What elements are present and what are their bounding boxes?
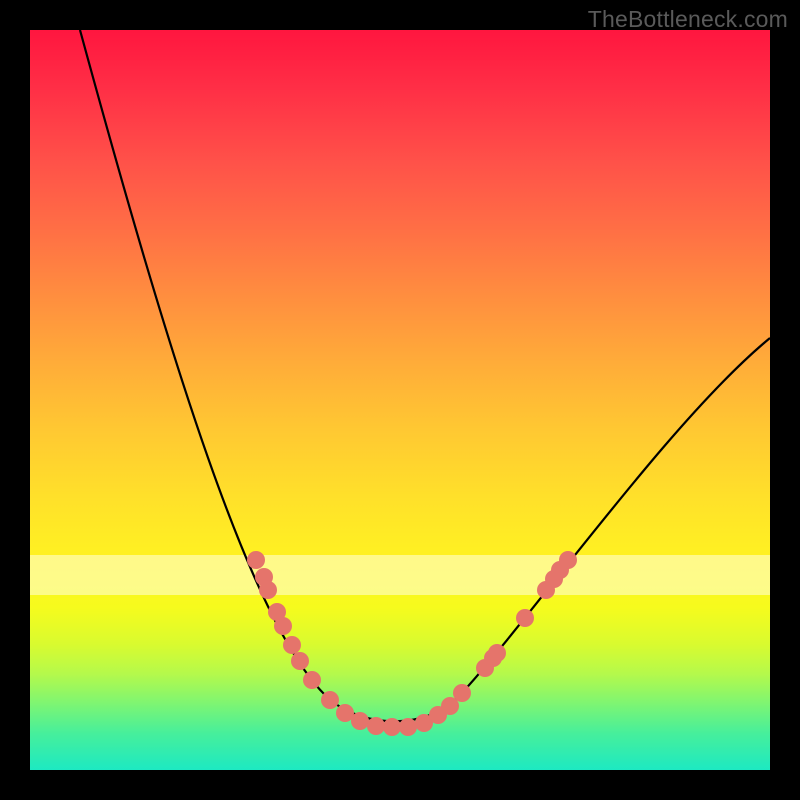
data-point bbox=[283, 636, 301, 654]
curve-layer bbox=[30, 30, 770, 770]
data-point bbox=[303, 671, 321, 689]
marker-group bbox=[247, 551, 577, 736]
plot-area bbox=[30, 30, 770, 770]
data-point bbox=[367, 717, 385, 735]
data-point bbox=[488, 644, 506, 662]
data-point bbox=[383, 718, 401, 736]
data-point bbox=[321, 691, 339, 709]
chart-frame: TheBottleneck.com bbox=[0, 0, 800, 800]
bottleneck-curve bbox=[80, 30, 770, 721]
data-point bbox=[291, 652, 309, 670]
data-point bbox=[247, 551, 265, 569]
data-point bbox=[559, 551, 577, 569]
data-point bbox=[274, 617, 292, 635]
data-point bbox=[516, 609, 534, 627]
data-point bbox=[259, 581, 277, 599]
data-point bbox=[351, 712, 369, 730]
data-point bbox=[453, 684, 471, 702]
watermark-text: TheBottleneck.com bbox=[588, 6, 788, 33]
data-point bbox=[399, 718, 417, 736]
